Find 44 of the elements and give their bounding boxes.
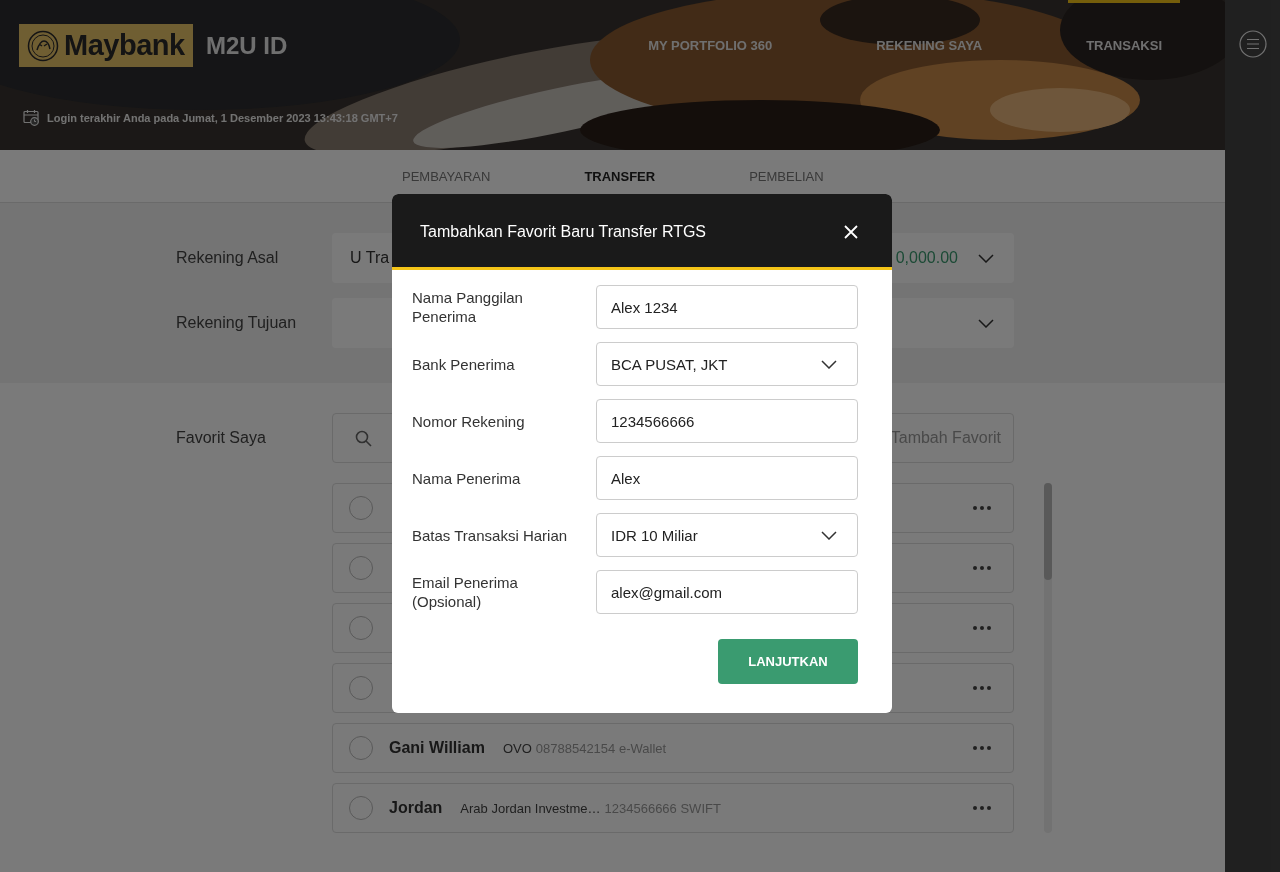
tab[interactable]: PEMBELIAN	[749, 168, 824, 184]
search-icon	[355, 429, 372, 447]
logo-badge[interactable]: Maybank	[19, 24, 193, 67]
menu-icon[interactable]	[1238, 30, 1267, 58]
tab[interactable]: TRANSFER	[584, 168, 656, 184]
favorite-name: Gani William	[389, 739, 485, 757]
dropdown[interactable]: BCA PUSAT, JKT	[596, 342, 858, 386]
chevron-down-icon	[821, 359, 837, 369]
bank-name: Arab Jordan Investme…	[460, 800, 601, 816]
field-label: Nama Panggilan Penerima	[412, 288, 524, 326]
continue-button[interactable]: LANJUTKAN	[718, 639, 858, 684]
input-field[interactable]: Alex	[596, 456, 858, 500]
app-name: M2U ID	[206, 31, 288, 60]
scroll-bar[interactable]	[1044, 483, 1052, 833]
tab[interactable]: PEMBAYARAN	[402, 168, 491, 184]
field-label: Rekening Tujuan	[176, 314, 298, 332]
field-label: Email Penerima (Opsional)	[412, 573, 519, 611]
input-field[interactable]: 1234566666	[596, 399, 858, 443]
dialog-title: Tambahkan Favorit Baru Transfer RTGS	[420, 223, 707, 241]
dropdown[interactable]: IDR 10 Miliar	[596, 513, 858, 557]
more-icon[interactable]	[973, 626, 991, 630]
logo-text: Maybank	[64, 29, 185, 62]
more-icon[interactable]	[973, 566, 991, 570]
section-label: Favorit Saya	[176, 429, 267, 447]
tiger-emblem-icon	[27, 29, 59, 62]
chevron-down-icon	[978, 253, 994, 263]
field-label: Batas Transaksi Harian	[412, 525, 569, 545]
calendar-clock-icon	[23, 109, 40, 126]
field-label: Bank Penerima	[412, 354, 516, 374]
radio-button[interactable]	[349, 796, 373, 820]
chevron-down-icon	[978, 318, 994, 328]
field-label: Nama Penerima	[412, 468, 522, 488]
bank-name: OVO	[502, 740, 532, 756]
input-field[interactable]: Alex 1234	[596, 285, 858, 329]
more-icon[interactable]	[973, 686, 991, 690]
more-icon[interactable]	[973, 746, 991, 750]
input-field[interactable]: alex@gmail.com	[596, 570, 858, 614]
field-label: Nomor Rekening	[412, 411, 526, 431]
field-label: Rekening Asal	[176, 249, 280, 267]
more-icon[interactable]	[973, 806, 991, 810]
more-icon[interactable]	[973, 506, 991, 510]
close-icon[interactable]	[844, 225, 858, 239]
chevron-down-icon	[821, 530, 837, 540]
favorite-name: Jordan	[389, 799, 443, 817]
